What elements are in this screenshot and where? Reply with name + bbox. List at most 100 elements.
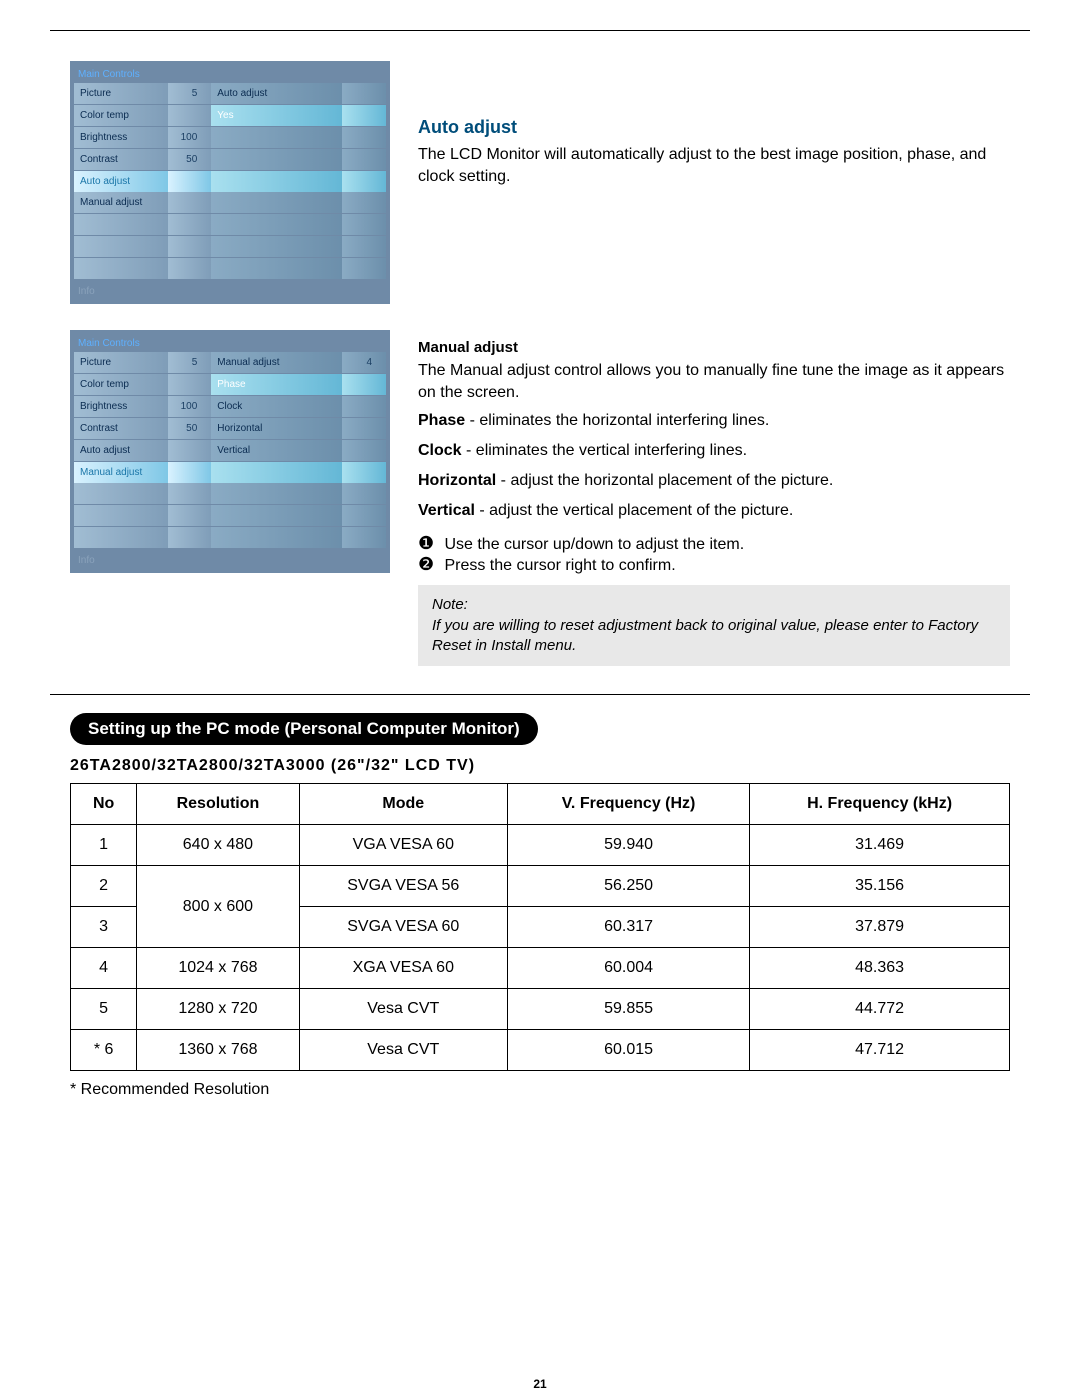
- section-pill-pc-mode: Setting up the PC mode (Personal Compute…: [70, 713, 538, 745]
- osd-menu-value: 5: [168, 83, 212, 105]
- definition-term: Horizontal: [418, 472, 496, 489]
- osd-menu-item: Auto adjust: [74, 171, 168, 193]
- pc-modes-cell: Vesa CVT: [299, 1030, 507, 1071]
- osd-submenu-value: [342, 527, 386, 549]
- osd-submenu-value: [342, 127, 386, 149]
- osd-menu-item: [74, 527, 168, 549]
- pc-modes-cell: 640 x 480: [137, 825, 299, 866]
- osd-menu-value: 100: [168, 396, 212, 418]
- osd-submenu-value: [342, 83, 386, 105]
- osd-submenu-value: [342, 192, 386, 214]
- osd-menu-item: Auto adjust: [74, 440, 168, 462]
- osd-submenu-item: [211, 527, 342, 549]
- paragraph-manual-intro: The Manual adjust control allows you to …: [418, 360, 1010, 403]
- osd-footer: Info: [74, 549, 386, 567]
- osd-menu-item: [74, 258, 168, 280]
- osd-submenu-value: [342, 236, 386, 258]
- osd-menu-item: Manual adjust: [74, 462, 168, 484]
- definition-desc: - adjust the vertical placement of the p…: [475, 502, 793, 519]
- osd-menu-value: [168, 258, 212, 280]
- osd-menu-value: [168, 527, 212, 549]
- pc-modes-header-cell: No: [71, 784, 137, 825]
- pc-modes-row: 2800 x 600SVGA VESA 5656.25035.156: [71, 866, 1010, 907]
- step-text: Press the cursor right to confirm.: [440, 557, 676, 574]
- definition-term: Clock: [418, 442, 462, 459]
- osd-menu-value: [168, 440, 212, 462]
- pc-modes-cell: * 6: [71, 1030, 137, 1071]
- definition-row: Phase - eliminates the horizontal interf…: [418, 409, 1010, 433]
- pc-modes-cell: SVGA VESA 56: [299, 866, 507, 907]
- definition-row: Horizontal - adjust the horizontal place…: [418, 469, 1010, 493]
- osd-submenu-value: 4: [342, 352, 386, 374]
- osd-submenu-item: Horizontal: [211, 418, 342, 440]
- osd-submenu-value: [342, 258, 386, 280]
- osd-menu-item: [74, 505, 168, 527]
- pc-modes-cell: 2: [71, 866, 137, 907]
- step-line: ❷ Press the cursor right to confirm.: [418, 554, 1010, 575]
- osd-menu-value: 100: [168, 127, 212, 149]
- pc-modes-cell: 60.317: [507, 907, 749, 948]
- osd-submenu-item: [211, 236, 342, 258]
- osd-submenu-value: [342, 171, 386, 193]
- osd-submenu-item: Phase: [211, 374, 342, 396]
- osd-menu-value: 50: [168, 418, 212, 440]
- pc-modes-table: NoResolutionModeV. Frequency (Hz)H. Freq…: [70, 783, 1010, 1071]
- heading-auto-adjust: Auto adjust: [418, 117, 1010, 138]
- pc-modes-header-cell: V. Frequency (Hz): [507, 784, 749, 825]
- osd-menu-value: [168, 374, 212, 396]
- definition-term: Vertical: [418, 502, 475, 519]
- paragraph-auto-adjust: The LCD Monitor will automatically adjus…: [418, 144, 1010, 187]
- osd-screenshot-auto-adjust: Main Controls Picture5Auto adjustColor t…: [70, 61, 390, 304]
- osd-submenu-item: [211, 192, 342, 214]
- osd-header: Main Controls: [74, 67, 386, 83]
- page-number: 21: [0, 1377, 1080, 1391]
- step-number-icon: ❷: [418, 554, 440, 575]
- osd-submenu-item: [211, 171, 342, 193]
- pc-modes-cell: 4: [71, 948, 137, 989]
- note-box: Note: If you are willing to reset adjust…: [418, 585, 1010, 666]
- pc-modes-cell: 31.469: [750, 825, 1010, 866]
- osd-submenu-item: [211, 505, 342, 527]
- osd-menu-item: Brightness: [74, 127, 168, 149]
- definition-desc: - adjust the horizontal placement of the…: [496, 472, 833, 489]
- pc-modes-cell: 59.940: [507, 825, 749, 866]
- osd-submenu-item: Manual adjust: [211, 352, 342, 374]
- osd-menu-item: Picture: [74, 352, 168, 374]
- osd-submenu-value: [342, 483, 386, 505]
- pc-modes-cell: 56.250: [507, 866, 749, 907]
- osd-menu-value: 50: [168, 149, 212, 171]
- pc-modes-cell: 3: [71, 907, 137, 948]
- definition-desc: - eliminates the horizontal interfering …: [465, 412, 769, 429]
- osd-menu-value: [168, 105, 212, 127]
- pc-modes-row: 51280 x 720Vesa CVT59.85544.772: [71, 989, 1010, 1030]
- step-line: ❶ Use the cursor up/down to adjust the i…: [418, 533, 1010, 554]
- pc-modes-cell: 37.879: [750, 907, 1010, 948]
- instruction-steps: ❶ Use the cursor up/down to adjust the i…: [418, 533, 1010, 575]
- pc-modes-cell: 35.156: [750, 866, 1010, 907]
- osd-screenshot-manual-adjust: Main Controls Picture5Manual adjust4Colo…: [70, 330, 390, 573]
- pc-modes-cell: VGA VESA 60: [299, 825, 507, 866]
- osd-menu-value: 5: [168, 352, 212, 374]
- osd-submenu-value: [342, 105, 386, 127]
- osd-menu-item: Color temp: [74, 374, 168, 396]
- osd-menu-value: [168, 236, 212, 258]
- pc-modes-row: 1640 x 480VGA VESA 6059.94031.469: [71, 825, 1010, 866]
- osd-menu-value: [168, 462, 212, 484]
- pc-modes-cell: XGA VESA 60: [299, 948, 507, 989]
- osd-submenu-item: [211, 127, 342, 149]
- osd-menu-item: Contrast: [74, 418, 168, 440]
- pc-modes-header-cell: H. Frequency (kHz): [750, 784, 1010, 825]
- pc-modes-cell: 44.772: [750, 989, 1010, 1030]
- pc-modes-header-cell: Resolution: [137, 784, 299, 825]
- pc-modes-cell: 47.712: [750, 1030, 1010, 1071]
- osd-submenu-item: Clock: [211, 396, 342, 418]
- osd-submenu-value: [342, 374, 386, 396]
- osd-menu-item: [74, 483, 168, 505]
- pc-modes-cell: 60.004: [507, 948, 749, 989]
- osd-submenu-value: [342, 505, 386, 527]
- osd-submenu-item: [211, 149, 342, 171]
- osd-header: Main Controls: [74, 336, 386, 352]
- pc-modes-row: * 61360 x 768Vesa CVT60.01547.712: [71, 1030, 1010, 1071]
- osd-submenu-value: [342, 149, 386, 171]
- osd-menu-item: [74, 236, 168, 258]
